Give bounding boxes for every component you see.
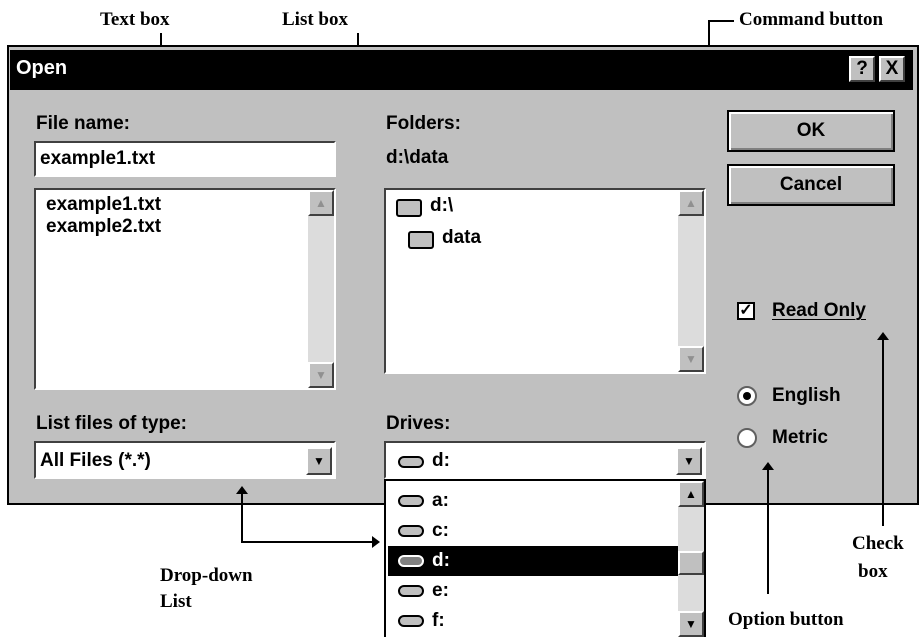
scroll-up-button[interactable]: ▲ bbox=[308, 190, 334, 216]
pointer-option-button bbox=[767, 470, 769, 594]
drives-dropdown-arrow[interactable]: ▼ bbox=[676, 447, 702, 475]
folder-list-box[interactable]: d:\ data ▲ ▼ bbox=[384, 188, 706, 374]
drive-option-label: f: bbox=[432, 610, 445, 631]
annotation-command-button: Command button bbox=[739, 9, 884, 30]
metric-option-label: Metric bbox=[772, 427, 828, 448]
file-type-value: All Files (*.*) bbox=[40, 450, 151, 471]
drives-list-scrollbar[interactable]: ▲ ▼ bbox=[678, 481, 704, 637]
drive-icon bbox=[398, 555, 424, 567]
list-files-of-type-label: List files of type: bbox=[36, 413, 187, 434]
scroll-down-button[interactable]: ▼ bbox=[678, 611, 704, 637]
metric-radio[interactable] bbox=[737, 428, 757, 448]
arrow-drop-down-up bbox=[236, 486, 248, 494]
annotation-drop-down-1: Drop-down bbox=[160, 565, 253, 586]
drive-option-f[interactable]: f: bbox=[388, 606, 680, 636]
file-list-box[interactable]: example1.txt example2.txt ▲ ▼ bbox=[34, 188, 336, 390]
scroll-thumb[interactable] bbox=[678, 551, 704, 575]
arrow-option-button bbox=[762, 462, 774, 470]
annotation-check-box-2: box bbox=[858, 561, 888, 582]
drive-option-c[interactable]: c: bbox=[388, 516, 680, 546]
annotation-check-box-1: Check bbox=[852, 533, 904, 554]
drive-icon bbox=[398, 585, 424, 597]
scroll-up-button[interactable]: ▲ bbox=[678, 481, 704, 507]
dialog-titlebar: Open ? X bbox=[10, 50, 913, 90]
file-name-label: File name: bbox=[36, 113, 130, 134]
pointer-command-button-top bbox=[708, 20, 734, 22]
drives-label: Drives: bbox=[386, 413, 451, 434]
drive-icon bbox=[398, 495, 424, 507]
read-only-label: Read Only bbox=[772, 300, 866, 321]
drive-icon bbox=[398, 456, 424, 468]
annotation-drop-down-2: List bbox=[160, 591, 192, 612]
drive-icon bbox=[398, 615, 424, 627]
folder-list-scrollbar[interactable]: ▲ ▼ bbox=[678, 190, 704, 372]
read-only-checkbox[interactable]: ✓ bbox=[737, 302, 755, 320]
folders-label: Folders: bbox=[386, 113, 461, 134]
annotation-option-button: Option button bbox=[728, 609, 844, 630]
file-list-item[interactable]: example1.txt bbox=[46, 194, 161, 216]
pointer-drop-down-h bbox=[241, 541, 373, 543]
file-list-scrollbar[interactable]: ▲ ▼ bbox=[308, 190, 334, 388]
file-list-item[interactable]: example2.txt bbox=[46, 216, 161, 238]
folder-item[interactable]: d:\ bbox=[430, 195, 453, 217]
drive-icon bbox=[398, 525, 424, 537]
file-type-dropdown[interactable]: All Files (*.*) ▼ bbox=[34, 441, 336, 479]
drive-option-e[interactable]: e: bbox=[388, 576, 680, 606]
drive-option-label: c: bbox=[432, 520, 449, 541]
folder-open-icon bbox=[396, 199, 422, 217]
file-name-value: example1.txt bbox=[40, 148, 156, 169]
drives-value: d: bbox=[432, 450, 450, 471]
pointer-check-box bbox=[882, 340, 884, 526]
drives-dropdown[interactable]: d: ▼ bbox=[384, 441, 706, 479]
close-button[interactable]: X bbox=[879, 56, 905, 82]
folder-item[interactable]: data bbox=[442, 227, 481, 249]
scroll-down-button[interactable]: ▼ bbox=[678, 346, 704, 372]
help-button[interactable]: ? bbox=[849, 56, 875, 82]
arrow-check-box bbox=[877, 332, 889, 340]
drive-option-label: a: bbox=[432, 490, 449, 511]
dialog-title: Open bbox=[16, 57, 68, 79]
english-option-label: English bbox=[772, 385, 841, 406]
folder-open-icon bbox=[408, 231, 434, 249]
scroll-up-button[interactable]: ▲ bbox=[678, 190, 704, 216]
drive-option-label: d: bbox=[432, 550, 450, 571]
radio-dot bbox=[743, 392, 751, 400]
drive-option-d[interactable]: d: bbox=[388, 546, 680, 576]
pointer-drop-down-v bbox=[241, 494, 243, 542]
file-type-dropdown-arrow[interactable]: ▼ bbox=[306, 447, 332, 475]
file-name-input[interactable]: example1.txt bbox=[34, 141, 336, 177]
annotation-text-box: Text box bbox=[100, 9, 170, 30]
arrow-drop-down-right bbox=[372, 536, 380, 548]
cancel-button[interactable]: Cancel bbox=[727, 164, 895, 206]
ok-button[interactable]: OK bbox=[727, 110, 895, 152]
english-radio[interactable] bbox=[737, 386, 757, 406]
drive-option-label: e: bbox=[432, 580, 449, 601]
annotation-list-box: List box bbox=[282, 9, 348, 30]
drive-option-a[interactable]: a: bbox=[388, 486, 680, 516]
scroll-down-button[interactable]: ▼ bbox=[308, 362, 334, 388]
current-path: d:\data bbox=[386, 147, 449, 168]
